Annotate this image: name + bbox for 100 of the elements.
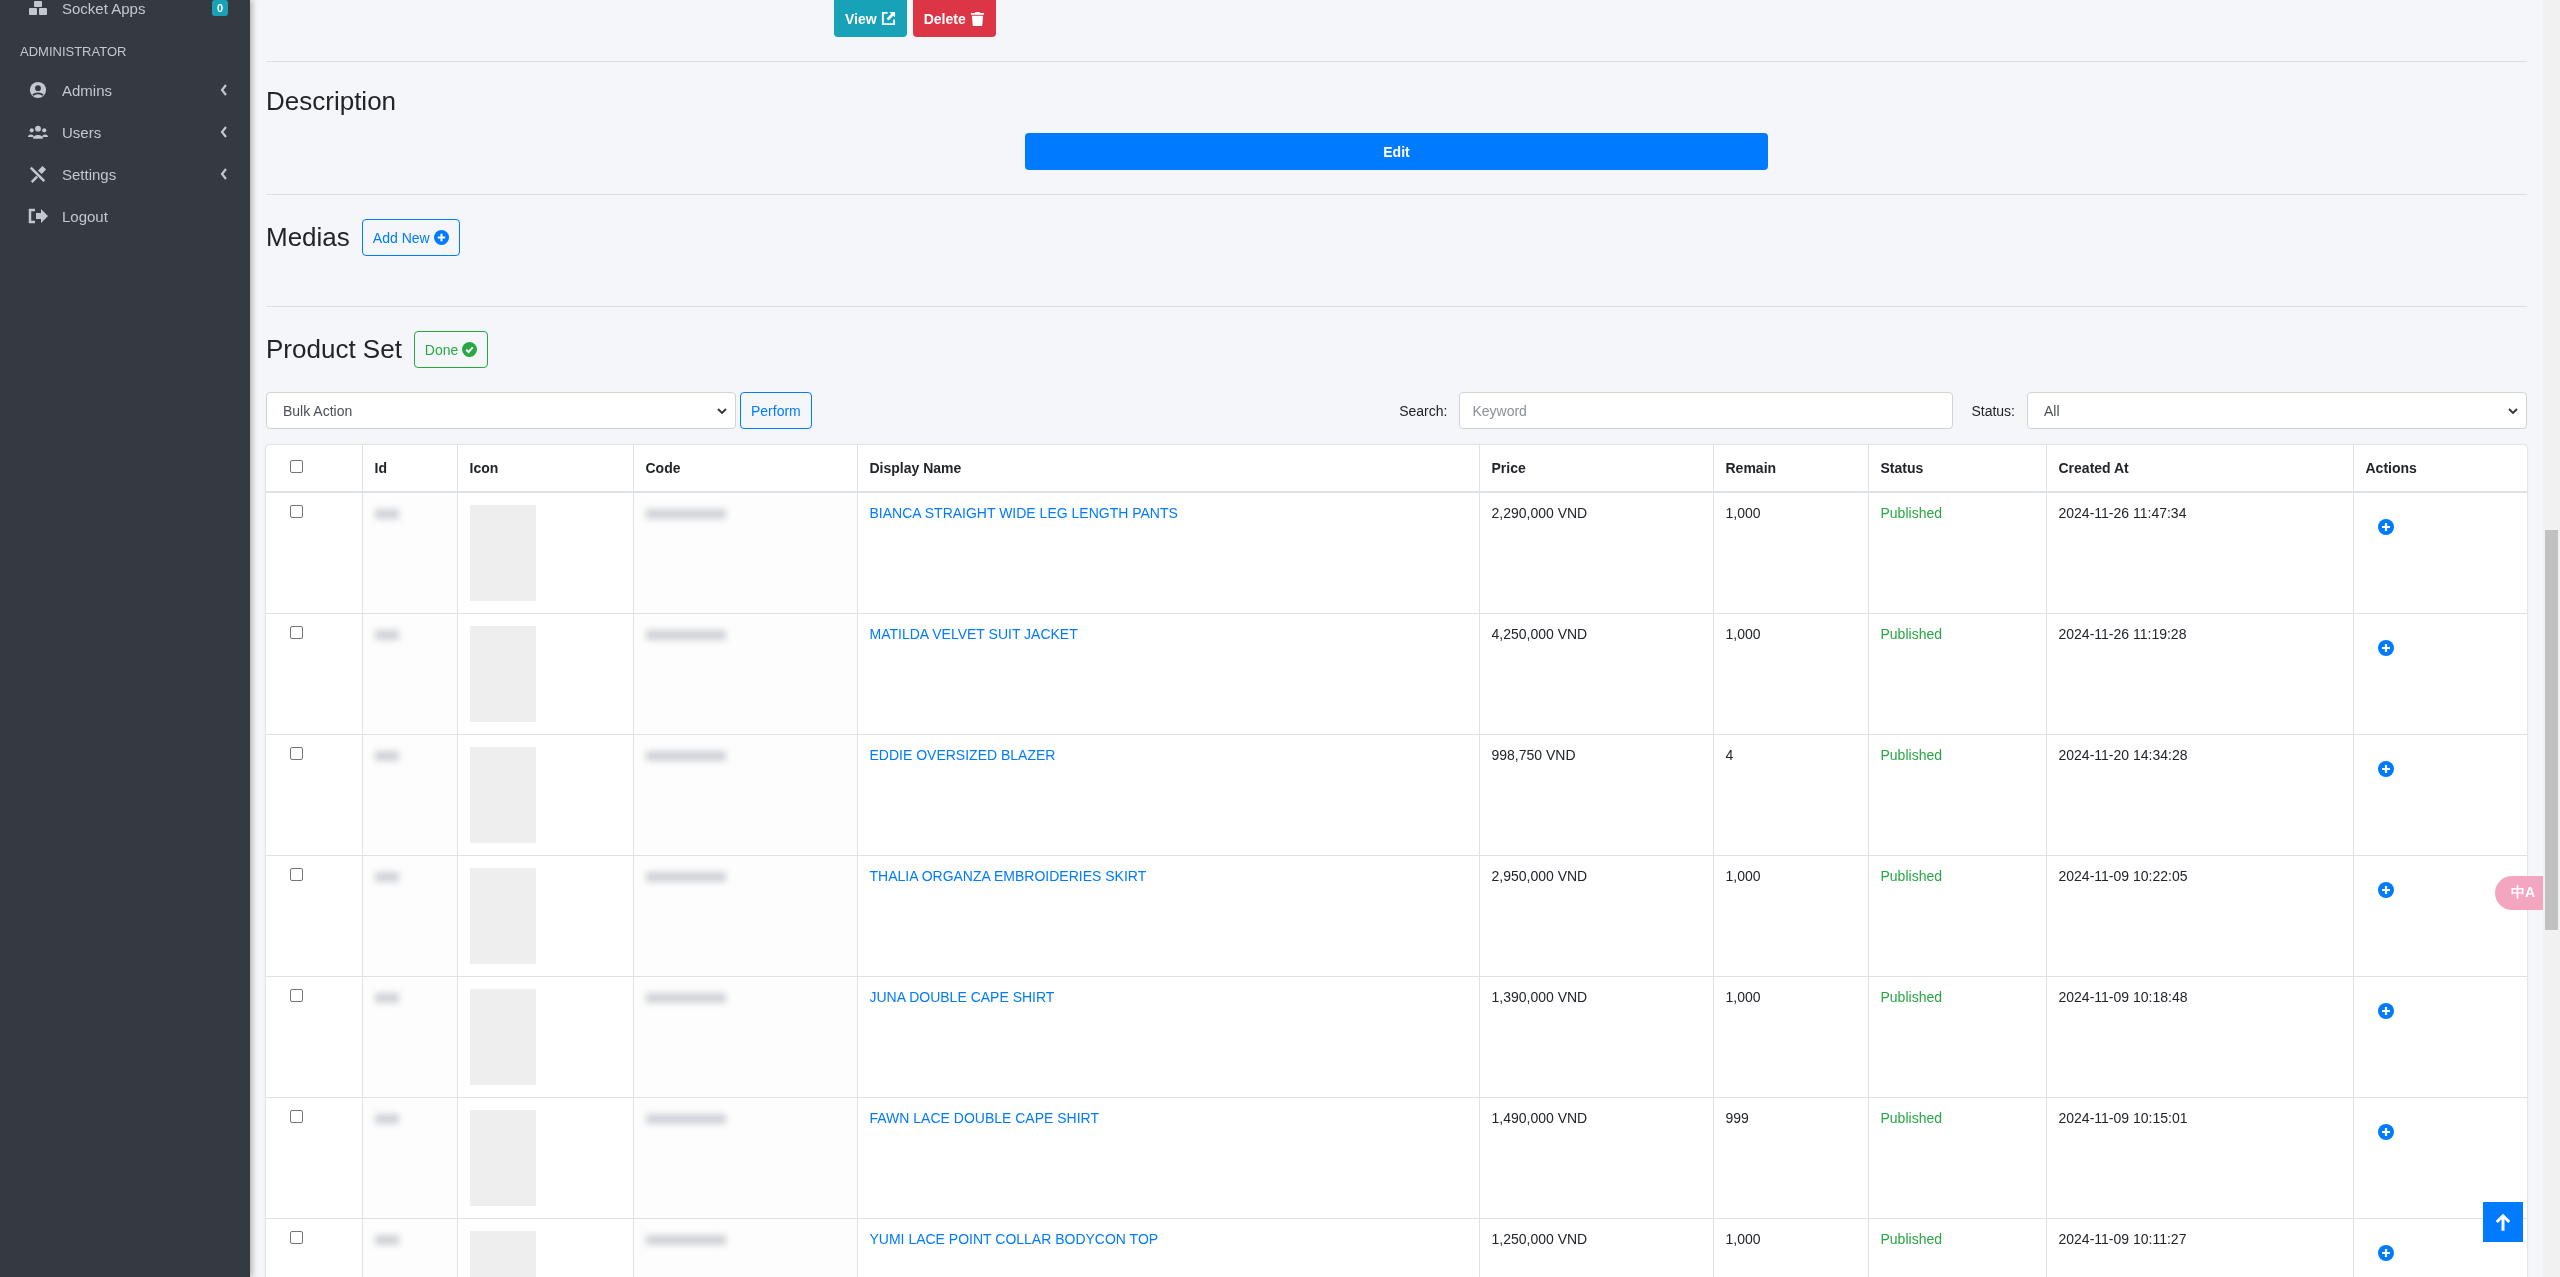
sidebar-item[interactable]: Socket Apps 0 — [0, 0, 250, 18]
search-label: Search: — [1399, 402, 1448, 419]
done-button[interactable]: Done — [413, 331, 489, 368]
scroll-to-top-button[interactable] — [2483, 1202, 2523, 1242]
plus-circle-icon[interactable] — [2377, 882, 2394, 898]
user-circle-icon — [28, 81, 48, 99]
sidebar-item[interactable]: Settings — [0, 153, 250, 195]
row-checkbox[interactable] — [290, 868, 303, 881]
users-icon — [28, 123, 48, 141]
sidebar-item[interactable]: Users — [0, 111, 250, 153]
redacted-text — [374, 751, 399, 761]
product-name-link[interactable]: EDDIE OVERSIZED BLAZER — [869, 747, 1056, 763]
sidebar-item[interactable]: Logout — [0, 195, 250, 237]
plus-circle-icon[interactable] — [2377, 640, 2394, 656]
redacted-text — [374, 509, 399, 519]
column-header: Status — [1880, 460, 1924, 476]
date-text: 2024-11-09 10:22:05 — [2058, 868, 2188, 884]
sidebar-item[interactable]: Admins — [0, 69, 250, 111]
chevron-down-icon — [717, 407, 727, 414]
product-name-link[interactable]: YUMI LACE POINT COLLAR BODYCON TOP — [869, 1231, 1159, 1247]
redacted-text — [374, 993, 399, 1003]
section-title: Description — [266, 86, 398, 117]
status-text: Published — [1880, 989, 1942, 1005]
price-text: 1,390,000 VND — [1491, 989, 1588, 1005]
redacted-text — [374, 872, 399, 882]
search-field[interactable]: Keyword — [1459, 392, 1954, 429]
price-text: 1,490,000 VND — [1491, 1110, 1588, 1126]
date-text: 2024-11-09 10:18:48 — [2058, 989, 2188, 1005]
chevron-down-icon — [2508, 407, 2518, 414]
plus-circle-icon[interactable] — [2377, 1124, 2394, 1140]
check-circle-icon — [462, 342, 478, 357]
sidebar-section-header: ADMINISTRATOR — [19, 43, 128, 61]
redacted-text — [374, 1114, 399, 1124]
row-checkbox[interactable] — [290, 1110, 303, 1123]
perform-button[interactable]: Perform — [740, 392, 812, 429]
date-text: 2024-11-26 11:47:34 — [2058, 505, 2187, 521]
date-text: 2024-11-09 10:11:27 — [2058, 1231, 2187, 1247]
redacted-text — [374, 1235, 399, 1245]
status-label: Status: — [1971, 402, 2015, 419]
date-text: 2024-11-26 11:19:28 — [2058, 626, 2187, 642]
column-header: Price — [1491, 460, 1526, 476]
redacted-text — [374, 630, 399, 640]
plus-circle-icon[interactable] — [2377, 761, 2394, 777]
price-text: 2,290,000 VND — [1491, 505, 1588, 521]
sidebar-item-label: Settings — [62, 165, 118, 183]
plus-circle-icon — [433, 230, 449, 245]
delete-button[interactable]: Delete — [912, 0, 996, 37]
count-badge: 0 — [211, 0, 228, 16]
section-title: Product Set — [266, 334, 402, 365]
price-text: 998,750 VND — [1491, 747, 1576, 763]
row-checkbox[interactable] — [290, 626, 303, 639]
remain-text: 1,000 — [1725, 505, 1761, 521]
add-new-button[interactable]: Add New — [361, 219, 460, 256]
column-header: Id — [374, 460, 387, 476]
remain-text: 1,000 — [1725, 1231, 1761, 1247]
product-name-link[interactable]: THALIA ORGANZA EMBROIDERIES SKIRT — [869, 868, 1147, 884]
edit-button[interactable]: Edit — [1025, 133, 1768, 170]
status-text: Published — [1880, 1231, 1942, 1247]
plus-circle-icon[interactable] — [2377, 1003, 2394, 1019]
status-text: Published — [1880, 868, 1942, 884]
external-link-icon — [880, 11, 896, 26]
product-name-link[interactable]: BIANCA STRAIGHT WIDE LEG LENGTH PANTS — [869, 505, 1178, 521]
row-checkbox[interactable] — [290, 1231, 303, 1244]
column-header: Icon — [469, 460, 499, 476]
arrow-up-icon — [2493, 1212, 2513, 1232]
plus-circle-icon[interactable] — [2377, 1245, 2394, 1261]
trash-icon — [969, 11, 985, 26]
remain-text: 4 — [1725, 747, 1734, 763]
price-text: 4,250,000 VND — [1491, 626, 1588, 642]
status-text: Published — [1880, 626, 1942, 642]
plus-circle-icon[interactable] — [2377, 519, 2394, 535]
status-select[interactable]: All — [2027, 392, 2527, 429]
section-title: Medias — [266, 222, 350, 253]
date-text: 2024-11-09 10:15:01 — [2058, 1110, 2188, 1126]
sidebar-item-label: Users — [62, 123, 103, 141]
product-name-link[interactable]: MATILDA VELVET SUIT JACKET — [869, 626, 1078, 642]
select-all-checkbox[interactable] — [290, 460, 303, 473]
date-text: 2024-11-20 14:34:28 — [2058, 747, 2188, 763]
column-header: Actions — [2365, 460, 2417, 476]
product-name-link[interactable]: FAWN LACE DOUBLE CAPE SHIRT — [869, 1110, 1099, 1126]
scrollbar-thumb[interactable] — [2545, 530, 2558, 930]
remain-text: 1,000 — [1725, 868, 1761, 884]
scrollbar[interactable] — [2543, 0, 2560, 1277]
tools-icon — [28, 165, 48, 183]
remain-text: 1,000 — [1725, 989, 1761, 1005]
bulk-action-select[interactable]: Bulk Action — [266, 392, 736, 429]
row-checkbox[interactable] — [290, 505, 303, 518]
price-text: 2,950,000 VND — [1491, 868, 1588, 884]
status-text: Published — [1880, 505, 1942, 521]
column-header: Display Name — [869, 460, 962, 476]
row-checkbox[interactable] — [290, 989, 303, 1002]
sidebar-item-label: Logout — [62, 207, 109, 225]
sidebar-item-label: Admins — [62, 81, 114, 99]
view-button[interactable]: View — [834, 0, 907, 37]
column-header: Remain — [1725, 460, 1777, 476]
sidebar-item-label: Socket Apps — [62, 0, 147, 17]
row-checkbox[interactable] — [290, 747, 303, 760]
logout-icon — [28, 207, 48, 225]
column-header: Code — [645, 460, 681, 476]
product-name-link[interactable]: JUNA DOUBLE CAPE SHIRT — [869, 989, 1055, 1005]
